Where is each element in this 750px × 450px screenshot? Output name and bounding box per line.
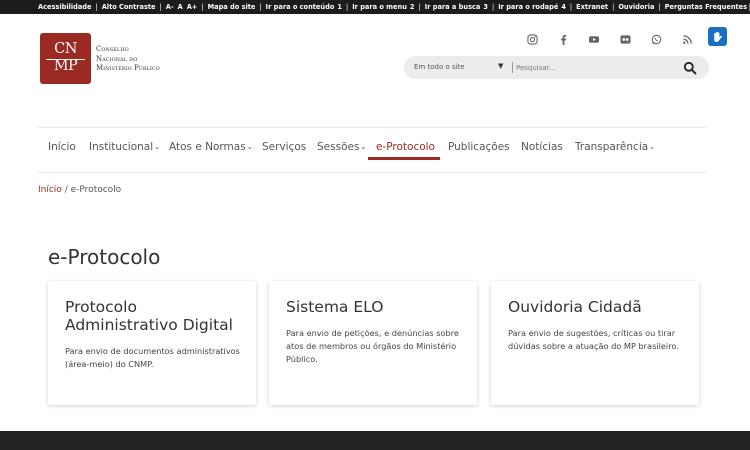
logo-divider — [46, 59, 85, 60]
nav-item-sessoes[interactable]: Sessões⌄ — [317, 141, 366, 153]
cnmp-logo[interactable]: CN MP — [40, 33, 91, 84]
nav-item-servicos[interactable]: Serviços — [262, 141, 306, 153]
skip-to-search-link[interactable]: Ir para a busca 3 — [425, 3, 488, 11]
card-title: Protocolo Administrativo Digital — [65, 298, 233, 334]
social-links — [526, 34, 712, 46]
ouvidoria-link[interactable]: Ouvidoria — [618, 3, 654, 11]
card-description: Para envio de petições, e denúncias sobr… — [286, 328, 459, 364]
accessibility-bar: Acessibilidade | Alto Contraste | A- A A… — [0, 0, 750, 14]
instagram-icon[interactable] — [526, 34, 538, 46]
extranet-link[interactable]: Extranet — [576, 3, 608, 11]
chevron-down-icon: ⌄ — [154, 143, 161, 151]
search-input[interactable] — [516, 61, 676, 74]
card-title: Ouvidoria Cidadã — [508, 298, 642, 316]
skip-to-content-link[interactable]: Ir para o conteúdo 1 — [266, 3, 342, 11]
card-ouvidoria-cidada[interactable]: Ouvidoria Cidadã Para envio de sugestões… — [491, 281, 699, 405]
chevron-down-icon: ⌄ — [649, 143, 656, 151]
search-divider — [512, 62, 513, 73]
chevron-down-icon: ⌄ — [246, 143, 253, 151]
font-decrease-button[interactable]: A- — [166, 3, 174, 11]
card-description: Para envio de documentos administrativos… — [65, 346, 240, 369]
footer — [0, 431, 750, 450]
chevron-down-icon: ⌄ — [360, 143, 367, 151]
breadcrumb-current: e-Protocolo — [70, 185, 122, 195]
sign-language-icon[interactable] — [708, 27, 727, 46]
faq-link[interactable]: Perguntas Frequentes — [665, 3, 747, 11]
nav-item-e-protocolo[interactable]: e-Protocolo — [376, 141, 435, 153]
sitemap-link[interactable]: Mapa do site — [208, 3, 256, 11]
nav-item-inicio[interactable]: Início — [48, 141, 76, 153]
search-scope-select[interactable]: Em todo o site — [414, 63, 465, 71]
logo-mark-line2: MP — [53, 58, 78, 74]
nav-item-publicacoes[interactable]: Publicações — [448, 141, 510, 153]
nav-item-institucional[interactable]: Institucional⌄ — [89, 141, 160, 153]
search-icon[interactable] — [683, 60, 699, 76]
breadcrumb: Início / e-Protocolo — [38, 185, 121, 195]
whatsapp-icon[interactable] — [650, 34, 662, 46]
nav-item-transparencia[interactable]: Transparência⌄ — [575, 141, 655, 153]
font-reset-button[interactable]: A — [178, 3, 183, 11]
organization-name[interactable]: Conselho Nacional do Ministério Público — [96, 45, 186, 74]
card-sistema-elo[interactable]: Sistema ELO Para envio de petições, e de… — [269, 281, 477, 405]
nav-divider-bottom — [38, 172, 706, 173]
card-title: Sistema ELO — [286, 298, 384, 316]
nav-item-atos-e-normas[interactable]: Atos e Normas⌄ — [169, 141, 253, 153]
breadcrumb-home-link[interactable]: Início — [38, 185, 62, 195]
font-increase-button[interactable]: A+ — [187, 3, 198, 11]
card-protocolo-administrativo[interactable]: Protocolo Administrativo Digital Para en… — [48, 281, 256, 405]
logo-mark-line1: CN — [54, 41, 77, 57]
high-contrast-link[interactable]: Alto Contraste — [102, 3, 156, 11]
search-bar: Em todo o site ▼ — [404, 56, 709, 79]
chevron-down-icon[interactable]: ▼ — [498, 62, 503, 70]
flickr-icon[interactable] — [619, 34, 631, 46]
nav-item-noticias[interactable]: Notícias — [521, 141, 563, 153]
skip-to-menu-link[interactable]: Ir para o menu 2 — [352, 3, 414, 11]
skip-to-footer-link[interactable]: Ir para o rodapé 4 — [498, 3, 566, 11]
accessibility-link[interactable]: Acessibilidade — [38, 3, 91, 11]
nav-divider-top — [38, 127, 706, 128]
youtube-icon[interactable] — [588, 34, 600, 46]
nav-active-indicator — [368, 157, 440, 160]
breadcrumb-separator: / — [64, 185, 68, 195]
page-title: e-Protocolo — [48, 245, 161, 269]
facebook-icon[interactable] — [557, 34, 569, 46]
card-description: Para envio de sugestões, críticas ou tir… — [508, 328, 679, 351]
rss-icon[interactable] — [681, 34, 693, 46]
